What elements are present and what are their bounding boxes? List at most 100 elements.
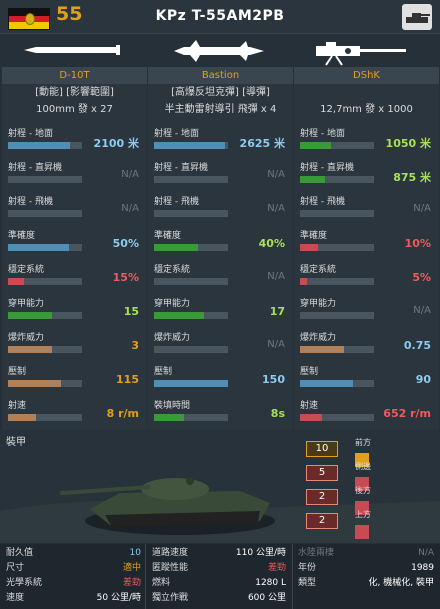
armor-value: 10 bbox=[306, 441, 338, 457]
stat-value: 2100 米 bbox=[93, 137, 139, 150]
armor-side-label: 側邊 bbox=[355, 462, 371, 471]
stat-bar bbox=[8, 346, 82, 353]
armor-side-label: 前方 bbox=[355, 438, 371, 447]
stat-label: 準確度 bbox=[8, 231, 36, 241]
stat-value: 2625 米 bbox=[239, 137, 285, 150]
stat-bar bbox=[154, 346, 228, 353]
stat-label: 準確度 bbox=[300, 231, 328, 241]
stat-bar bbox=[154, 176, 228, 183]
stat-label: 爆炸威力 bbox=[154, 333, 191, 343]
stat-bar bbox=[8, 414, 82, 421]
stat-value: N/A bbox=[121, 169, 139, 180]
stat-value: 3 bbox=[131, 339, 139, 352]
stat-bar bbox=[300, 142, 374, 149]
stat-label: 爆炸威力 bbox=[300, 333, 337, 343]
armor-side-label: 上方 bbox=[355, 510, 371, 519]
stat-label: 穩定系統 bbox=[8, 265, 45, 275]
unit-header: 55 KPz T-55AM2PB bbox=[0, 0, 440, 34]
tank-icon[interactable] bbox=[402, 4, 432, 30]
stat-bar bbox=[154, 414, 228, 421]
weapon-stat: 裝填時間 8s bbox=[150, 395, 291, 427]
tank-model-image bbox=[60, 477, 275, 535]
info-value: 1989 bbox=[411, 563, 434, 573]
weapon-stat: 穿甲能力 N/A bbox=[296, 293, 437, 325]
info-key: 類型 bbox=[298, 578, 317, 588]
armor-indicator bbox=[355, 525, 369, 539]
weapon-stat: 準確度 10% bbox=[296, 225, 437, 257]
stat-value: N/A bbox=[267, 271, 285, 282]
stat-label: 壓制 bbox=[300, 367, 319, 377]
stat-bar bbox=[154, 278, 228, 285]
weapon-stat: 準確度 40% bbox=[150, 225, 291, 257]
armor-value: 2 bbox=[306, 513, 338, 529]
stat-bar bbox=[300, 380, 374, 387]
stat-value: 875 米 bbox=[393, 171, 431, 184]
stat-bar bbox=[154, 312, 228, 319]
stat-value: N/A bbox=[413, 305, 431, 316]
weapon-stat: 射程 - 直昇機 N/A bbox=[150, 157, 291, 189]
stat-value: 1050 米 bbox=[385, 137, 431, 150]
weapon-stat: 穿甲能力 17 bbox=[150, 293, 291, 325]
stat-label: 壓制 bbox=[8, 367, 27, 377]
stat-value: 40% bbox=[258, 237, 285, 250]
info-row: 年份 1989 bbox=[0, 561, 440, 575]
info-key: 獨立作戰 bbox=[152, 593, 189, 603]
stat-label: 射程 - 飛機 bbox=[154, 197, 199, 207]
stat-value: 50% bbox=[112, 237, 139, 250]
info-value: 600 公里 bbox=[247, 593, 286, 603]
unit-info-table: 耐久值 10 尺寸 適中 光學系統 差勁 速度 50 公里/時 道路速度 110 公里/時 匿蹤性能… bbox=[0, 544, 440, 609]
missile-icon bbox=[174, 40, 264, 62]
stat-label: 穿甲能力 bbox=[8, 299, 45, 309]
stat-label: 射速 bbox=[300, 401, 319, 411]
armor-value: 2 bbox=[306, 489, 338, 505]
weapon-stat: 射程 - 飛機 N/A bbox=[4, 191, 145, 223]
stat-bar bbox=[8, 278, 82, 285]
stat-value: N/A bbox=[267, 339, 285, 350]
stat-value: N/A bbox=[267, 169, 285, 180]
stat-label: 射程 - 地面 bbox=[8, 129, 53, 139]
stat-bar bbox=[300, 414, 374, 421]
stat-value: 115 bbox=[116, 373, 139, 386]
armor-side-label: 後方 bbox=[355, 486, 371, 495]
armor-section: 裝甲 10 前方 5 側邊 2 後方 2 上方 bbox=[0, 431, 440, 543]
stat-bar bbox=[8, 312, 82, 319]
weapon-panel: D-10T [動能] [影響範圍] 100mm 發 x 27 射程 - 地面 2100 … bbox=[2, 67, 147, 430]
weapon-ammo: 12,7mm 發 x 1000 bbox=[320, 104, 413, 115]
stat-bar bbox=[300, 176, 374, 183]
weapon-ammo: 100mm 發 x 27 bbox=[36, 104, 113, 115]
info-row: 類型 化, 機械化, 裝甲 bbox=[0, 576, 440, 590]
stat-label: 射程 - 飛機 bbox=[300, 197, 345, 207]
info-value: 化, 機械化, 裝甲 bbox=[368, 578, 434, 588]
weapon-stat: 射程 - 地面 2625 米 bbox=[150, 123, 291, 155]
weapon-stat: 爆炸威力 3 bbox=[4, 327, 145, 359]
stat-label: 射程 - 直昇機 bbox=[300, 163, 354, 173]
armor-title: 裝甲 bbox=[6, 437, 26, 448]
weapon-stat: 射速 8 r/m bbox=[4, 395, 145, 427]
weapon-panel: DShK 12,7mm 發 x 1000 射程 - 地面 1050 米射程 - 直昇機… bbox=[294, 67, 439, 430]
weapon-name: DShK bbox=[294, 67, 439, 84]
weapon-stat: 爆炸威力 0.75 bbox=[296, 327, 437, 359]
weapon-stat: 射程 - 直昇機 N/A bbox=[4, 157, 145, 189]
weapon-stat: 穿甲能力 15 bbox=[4, 293, 145, 325]
stat-label: 射速 bbox=[8, 401, 27, 411]
weapon-silhouettes bbox=[0, 36, 440, 66]
stat-label: 穿甲能力 bbox=[300, 299, 337, 309]
stat-label: 射程 - 直昇機 bbox=[8, 163, 62, 173]
weapon-stat: 穩定系統 N/A bbox=[150, 259, 291, 291]
weapon-stat: 壓制 150 bbox=[150, 361, 291, 393]
weapon-tags: [高爆反坦克彈] [導彈] bbox=[171, 87, 270, 98]
weapon-name: Bastion bbox=[148, 67, 293, 84]
divider bbox=[145, 544, 146, 609]
stat-bar bbox=[300, 346, 374, 353]
stat-label: 穩定系統 bbox=[154, 265, 191, 275]
stat-bar bbox=[8, 176, 82, 183]
stat-bar bbox=[8, 210, 82, 217]
stat-label: 爆炸威力 bbox=[8, 333, 45, 343]
weapon-stat: 壓制 90 bbox=[296, 361, 437, 393]
weapon-ammo: 半主動雷射導引 飛彈 x 4 bbox=[164, 104, 277, 115]
stat-bar bbox=[8, 244, 82, 251]
stat-bar bbox=[8, 142, 82, 149]
weapon-name: D-10T bbox=[2, 67, 147, 84]
info-key: 年份 bbox=[298, 563, 317, 573]
weapon-stat: 穩定系統 5% bbox=[296, 259, 437, 291]
